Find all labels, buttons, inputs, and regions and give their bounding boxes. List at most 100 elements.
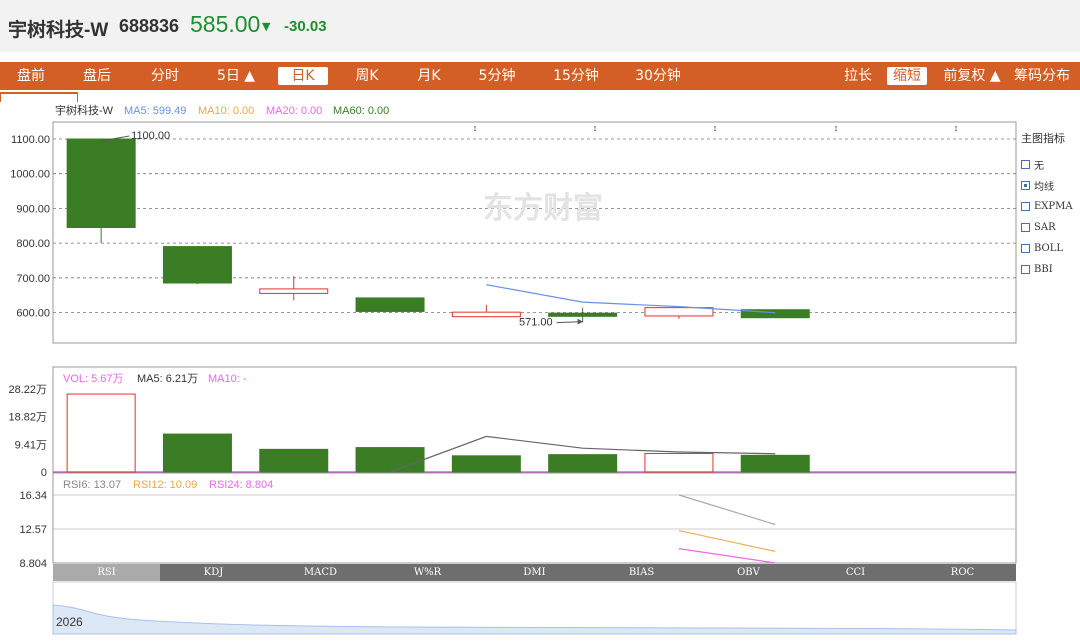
indicator-option-bbi[interactable]: BBI — [1021, 259, 1080, 280]
legend-ma60: MA60: 0.00 — [333, 105, 389, 117]
indicator-option-sar[interactable]: SAR — [1021, 217, 1080, 238]
volume-y-axis: 28.22万 18.82万 9.41万 0 — [8, 384, 47, 479]
indicator-option-label: EXPMA — [1034, 201, 1073, 212]
tab-15min[interactable]: 15分钟 — [545, 62, 607, 90]
legend-rsi12: RSI12: 10.09 — [133, 479, 197, 491]
arrow-icon — [577, 318, 583, 325]
tab-30min[interactable]: 30分钟 — [627, 62, 689, 90]
chip-distribution-button[interactable]: 筹码分布 — [1010, 62, 1074, 90]
event-marker-icon: ↕ — [954, 123, 959, 133]
event-marker-icon: ↕ — [473, 123, 478, 133]
y-tick-label: 800.00 — [16, 238, 50, 250]
main-grid — [53, 138, 1016, 313]
adjust-forward-button[interactable]: 前复权 ▲ — [936, 62, 1008, 90]
indicator-option-label: BOLL — [1034, 243, 1064, 254]
main-y-axis: 1100.00 1000.00 900.00 800.00 700.00 600.00 — [10, 134, 50, 320]
y-tick-label: 18.82万 — [8, 412, 47, 424]
price-annotations: 1100.00 571.00 — [101, 130, 583, 329]
y-tick-label: 700.00 — [16, 273, 50, 285]
indicator-option-expma[interactable]: EXPMA — [1021, 196, 1080, 217]
candle-body — [644, 307, 714, 317]
tab-obv[interactable]: OBV — [695, 564, 802, 581]
tab-intraday[interactable]: 分时 — [134, 62, 196, 90]
legend-vol-ma10: MA10: - — [208, 373, 247, 385]
volume-ma5-line — [389, 435, 776, 473]
candlesticks — [66, 138, 810, 323]
tab-premarket[interactable]: 盘前 — [0, 62, 62, 90]
checkbox-icon[interactable] — [1021, 202, 1030, 211]
tab-5min[interactable]: 5分钟 — [468, 62, 526, 90]
shrink-button[interactable]: 缩短 — [887, 67, 927, 85]
rsi-frame — [52, 472, 1017, 564]
tab-roc[interactable]: ROC — [909, 564, 1016, 581]
candle-body — [355, 297, 425, 312]
y-tick-label: 1100.00 — [11, 134, 50, 146]
legend-vol: VOL: 5.67万 — [63, 373, 124, 385]
indicator-option-label: BBI — [1034, 264, 1053, 275]
high-label: 1100.00 — [131, 130, 170, 142]
tab-daily-k[interactable]: 日K — [278, 67, 328, 85]
volume-bars — [53, 393, 1016, 473]
main-indicator-panel: 主图指标 无 均线 EXPMA SAR BOLL BBI — [1021, 130, 1080, 280]
legend-stock-name: 宇树科技-W — [55, 103, 114, 117]
indicator-option-label: 无 — [1034, 161, 1044, 172]
stock-price: 585.00 — [190, 11, 261, 37]
y-tick-label: 28.22万 — [8, 384, 47, 396]
checkbox-icon[interactable] — [1021, 265, 1030, 274]
indicator-option-ma[interactable]: 均线 — [1021, 175, 1080, 196]
volume-bar — [644, 452, 714, 473]
price-down-arrow-icon: ▼ — [262, 20, 271, 33]
tab-kdj[interactable]: KDJ — [160, 564, 267, 581]
legend-rsi24: RSI24: 8.804 — [209, 479, 273, 491]
indicator-option-none[interactable]: 无 — [1021, 154, 1080, 175]
tab-indicator-line — [0, 92, 78, 102]
y-tick-label: 8.804 — [19, 558, 47, 570]
volume-bar — [66, 393, 136, 473]
indicator-option-boll[interactable]: BOLL — [1021, 238, 1080, 259]
tab-macd[interactable]: MACD — [267, 564, 374, 581]
navigator-area — [52, 604, 1017, 635]
y-tick-label: 9.41万 — [15, 439, 47, 451]
candle-body — [548, 312, 618, 317]
tab-bias[interactable]: BIAS — [588, 564, 695, 581]
event-marker-icon: ↕ — [834, 123, 839, 133]
volume-bar — [451, 455, 521, 473]
rsi-series-line — [678, 529, 776, 552]
volume-bar — [740, 454, 810, 473]
stretch-button[interactable]: 拉长 — [840, 62, 876, 90]
y-tick-label: 900.00 — [16, 203, 50, 215]
tab-dmi[interactable]: DMI — [481, 564, 588, 581]
checkbox-checked-icon[interactable] — [1021, 181, 1030, 190]
quote-header: 宇树科技-W 688836 585.00 ▼ -30.03 — [0, 0, 1080, 52]
stock-name: 宇树科技-W — [8, 20, 109, 41]
tab-weekly-k[interactable]: 周K — [342, 62, 392, 90]
volume-bar — [355, 447, 425, 473]
tab-5day[interactable]: 5日 ▲ — [205, 62, 267, 90]
y-tick-label: 0 — [41, 467, 47, 479]
main-indicator-title: 主图指标 — [1021, 132, 1065, 145]
candle-body — [259, 288, 329, 294]
volume-bar — [162, 433, 232, 473]
candle-body — [451, 311, 521, 318]
tab-wr[interactable]: W%R — [374, 564, 481, 581]
rsi-series-line — [678, 548, 776, 564]
rsi-legend: RSI6: 13.07 RSI12: 10.09 RSI24: 8.804 — [63, 479, 273, 491]
tab-cci[interactable]: CCI — [802, 564, 909, 581]
legend-ma10: MA10: 0.00 — [198, 105, 254, 117]
navigator-year-label: 2026 — [56, 615, 83, 629]
checkbox-icon[interactable] — [1021, 244, 1030, 253]
y-tick-label: 1000.00 — [10, 169, 50, 181]
event-marker-icon: ↕ — [713, 123, 718, 133]
price-change: -30.03 — [284, 18, 327, 35]
rsi-y-axis: 16.34 12.57 8.804 — [19, 490, 1016, 570]
y-tick-label: 600.00 — [16, 308, 50, 320]
volume-legend: VOL: 5.67万 MA5: 6.21万 MA10: - — [63, 373, 247, 385]
tab-monthly-k[interactable]: 月K — [404, 62, 454, 90]
candle-body — [162, 246, 232, 284]
checkbox-icon[interactable] — [1021, 223, 1030, 232]
volume-frame — [52, 366, 1017, 474]
tab-rsi[interactable]: RSI — [53, 564, 160, 581]
navigator-frame — [52, 581, 1017, 635]
tab-afterhours[interactable]: 盘后 — [66, 62, 128, 90]
checkbox-icon[interactable] — [1021, 160, 1030, 169]
